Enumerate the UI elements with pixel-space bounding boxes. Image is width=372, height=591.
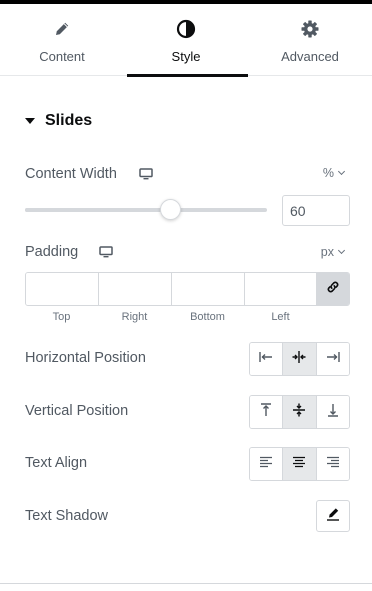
tab-advanced-label: Advanced xyxy=(281,49,339,64)
tab-style[interactable]: Style xyxy=(124,4,248,77)
text-align-right-button[interactable] xyxy=(316,448,349,480)
desktop-icon[interactable] xyxy=(99,245,113,263)
horizontal-position-label: Horizontal Position xyxy=(25,350,146,366)
tab-style-label: Style xyxy=(171,49,201,64)
text-align-right-icon xyxy=(326,455,340,473)
vertical-position-label: Vertical Position xyxy=(25,403,129,419)
pencil-icon xyxy=(325,506,341,527)
padding-top-input[interactable] xyxy=(26,273,99,305)
padding-unit-select[interactable]: px xyxy=(320,245,346,259)
slider-fill xyxy=(25,208,170,212)
padding-bottom-label: Bottom xyxy=(190,311,225,323)
horizontal-position-choices xyxy=(249,342,350,376)
content-width-unit-select[interactable]: % xyxy=(322,166,346,180)
padding-bottom-input[interactable] xyxy=(172,273,245,305)
content-width-input[interactable]: 60 xyxy=(282,195,350,226)
text-align-left-icon xyxy=(259,455,273,473)
link-values-button[interactable] xyxy=(317,273,349,305)
align-middle-icon xyxy=(292,402,306,423)
vertical-top-button[interactable] xyxy=(250,396,284,428)
padding-left-input[interactable] xyxy=(245,273,317,305)
padding-left-label: Left xyxy=(271,311,290,323)
vertical-middle-button[interactable] xyxy=(283,396,317,428)
section-toggle-slides[interactable]: Slides xyxy=(25,112,92,130)
text-shadow-label: Text Shadow xyxy=(25,508,109,524)
desktop-icon[interactable] xyxy=(139,167,153,185)
align-left-icon xyxy=(258,350,274,369)
align-center-icon xyxy=(291,350,307,369)
padding-label: Padding xyxy=(25,244,79,260)
horizontal-center-button[interactable] xyxy=(283,343,317,375)
align-bottom-icon xyxy=(326,402,340,423)
align-top-icon xyxy=(259,402,273,423)
horizontal-right-button[interactable] xyxy=(316,343,349,375)
vertical-bottom-button[interactable] xyxy=(316,396,349,428)
bottom-divider xyxy=(0,583,372,584)
tab-content[interactable]: Content xyxy=(0,4,124,76)
tab-advanced[interactable]: Advanced xyxy=(248,4,372,76)
content-width-unit: % xyxy=(322,166,334,180)
padding-top-label: Top xyxy=(52,311,71,323)
vertical-position-choices xyxy=(249,395,350,429)
padding-right-label: Right xyxy=(121,311,148,323)
text-align-center-icon xyxy=(292,455,306,473)
pencil-icon xyxy=(53,18,71,40)
chevron-down-icon xyxy=(337,246,346,255)
content-width-label: Content Width xyxy=(25,166,117,182)
panel-tabs: Content Style Advanced xyxy=(0,4,372,77)
slider-handle[interactable] xyxy=(160,199,181,220)
text-align-label: Text Align xyxy=(25,455,88,471)
text-align-choices xyxy=(249,447,350,481)
text-align-center-button[interactable] xyxy=(283,448,317,480)
padding-unit: px xyxy=(320,245,334,259)
caret-down-icon xyxy=(25,118,35,124)
padding-dimensions xyxy=(25,272,350,306)
gear-icon xyxy=(300,18,320,40)
text-shadow-edit-button[interactable] xyxy=(316,500,350,532)
chevron-down-icon xyxy=(337,167,346,176)
section-title: Slides xyxy=(45,112,93,129)
align-right-icon xyxy=(325,350,341,369)
link-icon xyxy=(325,279,341,300)
padding-field-labels: Top Right Bottom Left xyxy=(25,311,317,323)
text-align-left-button[interactable] xyxy=(250,448,284,480)
horizontal-left-button[interactable] xyxy=(250,343,284,375)
half-circle-contrast-icon xyxy=(176,18,196,40)
content-width-slider[interactable] xyxy=(25,199,267,220)
padding-right-input[interactable] xyxy=(99,273,172,305)
tab-content-label: Content xyxy=(39,49,85,64)
